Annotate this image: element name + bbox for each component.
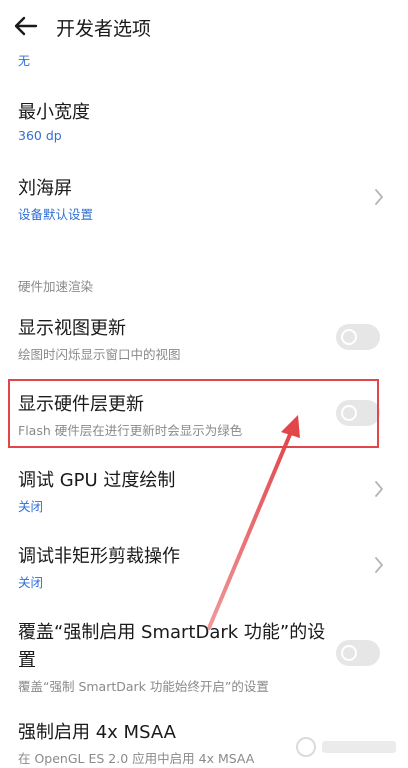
chevron-right-icon [375, 189, 383, 205]
setting-value: 关闭 [18, 499, 44, 514]
watermark-logo [296, 737, 396, 757]
setting-title: 调试 GPU 过度绘制 [18, 470, 176, 491]
setting-value: 关闭 [18, 575, 44, 590]
chevron-right-icon [375, 557, 383, 573]
setting-description: 在 OpenGL ES 2.0 应用中启用 4x MSAA [18, 751, 255, 766]
annotation-highlight-box [8, 379, 379, 448]
setting-title: 调试非矩形剪裁操作 [18, 546, 180, 567]
clipped-item-subtitle: 无 [18, 54, 31, 68]
toggle-switch[interactable] [336, 324, 380, 350]
back-button[interactable] [10, 12, 42, 40]
toggle-knob [341, 329, 357, 345]
setting-title-line-2: 置 [18, 650, 36, 671]
toggle-switch[interactable] [336, 640, 380, 666]
setting-title-line-1: 覆盖“强制启用 SmartDark 功能”的设 [18, 622, 326, 643]
setting-item-debug-non-rect-clip[interactable]: 调试非矩形剪裁操作 关闭 [0, 536, 408, 596]
section-header: 硬件加速渲染 [18, 279, 94, 294]
setting-item-override-smartdark[interactable]: 覆盖“强制启用 SmartDark 功能”的设 置 覆盖“强制 SmartDar… [0, 612, 408, 696]
setting-description: 覆盖“强制 SmartDark 功能始终开启”的设置 [18, 679, 269, 694]
page-title: 开发者选项 [56, 18, 152, 40]
arrow-left-icon [14, 16, 38, 36]
setting-item-show-view-updates[interactable]: 显示视图更新 绘图时闪烁显示窗口中的视图 [0, 308, 408, 368]
app-bar: 开发者选项 [0, 0, 408, 52]
setting-title: 刘海屏 [18, 178, 72, 199]
setting-title: 最小宽度 [18, 102, 90, 123]
setting-title: 强制启用 4x MSAA [18, 722, 176, 743]
chevron-right-icon [375, 481, 383, 497]
setting-title: 显示视图更新 [18, 318, 126, 339]
setting-item-min-width[interactable]: 最小宽度 360 dp [0, 92, 408, 152]
toggle-knob [341, 645, 357, 661]
setting-value: 360 dp [18, 128, 62, 143]
setting-value: 设备默认设置 [18, 207, 94, 222]
setting-item-notch[interactable]: 刘海屏 设备默认设置 [0, 168, 408, 228]
setting-item-debug-gpu-overdraw[interactable]: 调试 GPU 过度绘制 关闭 [0, 460, 408, 520]
setting-description: 绘图时闪烁显示窗口中的视图 [18, 347, 181, 362]
